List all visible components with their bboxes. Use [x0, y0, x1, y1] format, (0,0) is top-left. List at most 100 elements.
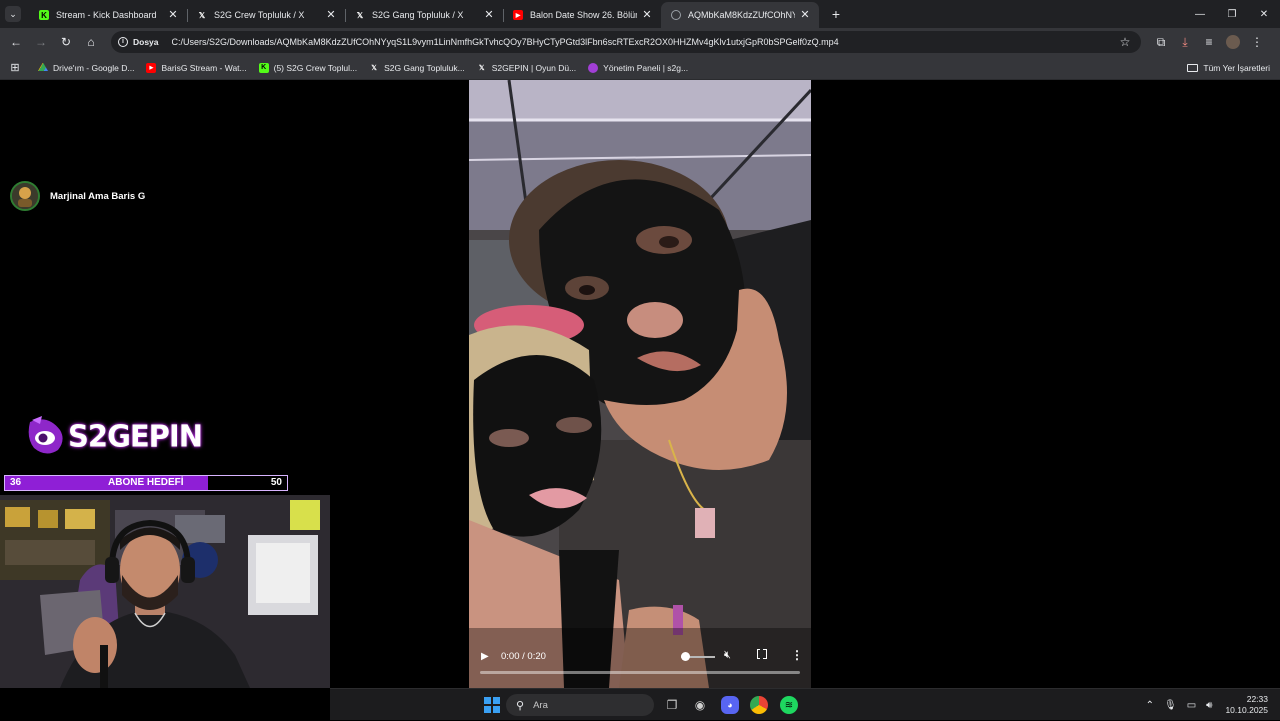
- video-frame: [469, 80, 811, 688]
- video-time: 0:00 / 0:20: [501, 651, 546, 662]
- play-icon[interactable]: ▶: [481, 651, 491, 662]
- bookmark-star-icon[interactable]: ☆: [1115, 35, 1135, 49]
- reload-icon[interactable]: ↻: [54, 30, 78, 54]
- tab-title: Balon Date Show 26. Bölüm - Y: [530, 10, 637, 20]
- drive-icon: [38, 62, 48, 71]
- restore-icon[interactable]: ❐: [1216, 0, 1248, 28]
- menu-dots-icon[interactable]: ⋮: [1245, 30, 1269, 54]
- subscriber-goal-current: 36: [10, 477, 22, 488]
- close-icon[interactable]: ✕: [325, 9, 337, 21]
- tab-video-file[interactable]: AQMbKaM8KdzZUfCOhNYyqS ✕: [661, 2, 819, 28]
- close-icon[interactable]: ✕: [799, 9, 811, 21]
- close-icon[interactable]: ✕: [641, 9, 653, 21]
- x-icon: 𝕏: [371, 64, 377, 72]
- tab-title: S2G Crew Topluluk / X: [214, 10, 305, 20]
- subscriber-goal-target: 50: [270, 477, 282, 488]
- tab-strip: ⌄ K Stream - Kick Dashboard ✕ 𝕏 S2G Crew…: [0, 0, 1280, 28]
- back-icon[interactable]: ←: [4, 30, 28, 54]
- tab-search-button[interactable]: ⌄: [5, 6, 21, 22]
- mute-icon[interactable]: 🔇︎: [724, 649, 731, 662]
- close-icon[interactable]: ✕: [167, 9, 179, 21]
- video-controls: ▶ 0:00 / 0:20 🔇︎ ⋮: [469, 640, 811, 688]
- close-window-icon[interactable]: ✕: [1248, 0, 1280, 28]
- speaker-icon[interactable]: 🔊︎: [1206, 700, 1212, 711]
- taskbar-search-placeholder: Ara: [533, 699, 548, 711]
- all-bookmarks-label: Tüm Yer İşaretleri: [1203, 62, 1270, 73]
- taskbar-clock[interactable]: 22:33 10.10.2025: [1225, 694, 1268, 716]
- uploader-avatar: [10, 181, 40, 211]
- address-bar[interactable]: i Dosya C:/Users/S2G/Downloads/AQMbKaM8K…: [111, 31, 1141, 53]
- chrome-icon[interactable]: [750, 696, 768, 714]
- browser-toolbar: ← → ↻ ⌂ i Dosya C:/Users/S2G/Downloads/A…: [0, 28, 1280, 56]
- taskbar-search[interactable]: ⚲ Ara: [506, 694, 654, 716]
- s2gepin-logo-icon: [28, 416, 63, 454]
- bookmark-yonetim-paneli[interactable]: Yönetim Paneli | s2g...: [582, 58, 694, 78]
- extensions-icon[interactable]: ⧉: [1149, 30, 1173, 54]
- home-icon[interactable]: ⌂: [79, 30, 103, 54]
- all-bookmarks[interactable]: Tüm Yer İşaretleri: [1187, 63, 1270, 73]
- media-control-icon[interactable]: ≡: [1197, 30, 1221, 54]
- tab-s2g-crew[interactable]: 𝕏 S2G Crew Topluluk / X ✕: [187, 2, 345, 28]
- uploader-avatar-icon: [12, 183, 38, 209]
- tab-title: AQMbKaM8KdzZUfCOhNYyqS: [688, 10, 795, 20]
- bookmark-label: S2G Gang Topluluk...: [384, 62, 465, 73]
- bookmark-drive[interactable]: Drive'ım - Google D...: [32, 58, 140, 78]
- x-icon: 𝕏: [478, 64, 485, 72]
- windows-start-icon[interactable]: [484, 697, 500, 713]
- window-controls: — ❐ ✕: [1184, 0, 1280, 28]
- clock-date: 10.10.2025: [1225, 705, 1268, 715]
- info-icon: i: [118, 37, 128, 47]
- url-text[interactable]: C:/Users/S2G/Downloads/AQMbKaM8KdzZUfCOh…: [172, 37, 1115, 47]
- tab-title: Stream - Kick Dashboard: [56, 10, 157, 20]
- clock-time: 22:33: [1246, 694, 1268, 704]
- close-icon[interactable]: ✕: [483, 9, 495, 21]
- toolbar-actions: ⧉ ⤓ ≡ ⋮: [1149, 30, 1269, 54]
- kick-icon: K: [258, 62, 269, 73]
- forward-icon[interactable]: →: [29, 30, 53, 54]
- bookmark-s2g-gang[interactable]: 𝕏 S2G Gang Topluluk...: [363, 58, 471, 78]
- bookmark-label: BarisG Stream - Wat...: [161, 62, 247, 73]
- profile-avatar[interactable]: [1226, 35, 1240, 49]
- new-tab-button[interactable]: +: [826, 4, 846, 24]
- obs-icon[interactable]: ◉: [691, 696, 709, 714]
- task-view-icon[interactable]: ❐: [663, 696, 681, 714]
- tab-balon-date-show[interactable]: ▶ Balon Date Show 26. Bölüm - Y ✕: [503, 2, 661, 28]
- uploader-name: Marjinal Ama Baris G: [50, 190, 146, 202]
- webcam-frame: [0, 495, 330, 688]
- chevron-up-icon[interactable]: ⌃: [1146, 700, 1154, 711]
- more-options-icon[interactable]: ⋮: [791, 648, 803, 662]
- bookmark-s2g-crew[interactable]: K (5) S2G Crew Toplul...: [253, 58, 363, 78]
- folder-icon: [1187, 63, 1199, 72]
- apps-grid-icon[interactable]: ⊞: [4, 58, 26, 78]
- youtube-icon: ▶: [146, 62, 157, 73]
- tab-kick-dashboard[interactable]: K Stream - Kick Dashboard ✕: [29, 2, 187, 28]
- s2gepin-icon: [588, 62, 599, 73]
- video-progress-bar[interactable]: [480, 671, 800, 674]
- kick-icon: K: [39, 10, 49, 20]
- tab-title: S2G Gang Topluluk / X: [372, 10, 464, 20]
- bookmark-barisg-stream[interactable]: ▶ BarisG Stream - Wat...: [140, 58, 252, 78]
- windows-taskbar: ⚲ Ara ❐ ◉ ◕ ≋ ⌃ 🎙︎ ▭ 🔊︎ 22:33 10.10.2025: [330, 688, 1280, 720]
- discord-icon[interactable]: ◕: [721, 696, 739, 714]
- subscriber-goal-bar: 36 ABONE HEDEFİ 50: [4, 475, 288, 491]
- bookmarks-bar: ⊞ Drive'ım - Google D... ▶ BarisG Stream…: [0, 56, 1280, 80]
- tab-s2g-gang[interactable]: 𝕏 S2G Gang Topluluk / X ✕: [345, 2, 503, 28]
- minimize-icon[interactable]: —: [1184, 0, 1216, 28]
- site-info-label: Dosya: [133, 37, 159, 47]
- spotify-icon[interactable]: ≋: [780, 696, 798, 714]
- site-info-chip[interactable]: i Dosya: [115, 34, 165, 50]
- fullscreen-icon[interactable]: [757, 648, 767, 659]
- network-icon[interactable]: ▭: [1187, 700, 1196, 711]
- video-player[interactable]: ▶ 0:00 / 0:20 🔇︎ ⋮: [469, 80, 811, 688]
- system-tray: ⌃ 🎙︎ ▭ 🔊︎ 22:33 10.10.2025: [1141, 689, 1280, 721]
- subscriber-goal-label: ABONE HEDEFİ: [108, 477, 184, 488]
- bookmark-label: Yönetim Paneli | s2g...: [603, 62, 689, 73]
- webcam-feed: [0, 495, 330, 688]
- bookmark-s2gepin[interactable]: 𝕏 S2GEPIN | Oyun Dü...: [471, 58, 582, 78]
- bookmark-label: Drive'ım - Google D...: [53, 62, 135, 73]
- download-icon[interactable]: ⤓: [1173, 30, 1197, 54]
- bookmark-label: S2GEPIN | Oyun Dü...: [491, 62, 577, 73]
- microphone-icon[interactable]: 🎙︎: [1164, 700, 1177, 711]
- volume-slider-knob[interactable]: [681, 652, 690, 661]
- bookmark-label: (5) S2G Crew Toplul...: [273, 62, 358, 73]
